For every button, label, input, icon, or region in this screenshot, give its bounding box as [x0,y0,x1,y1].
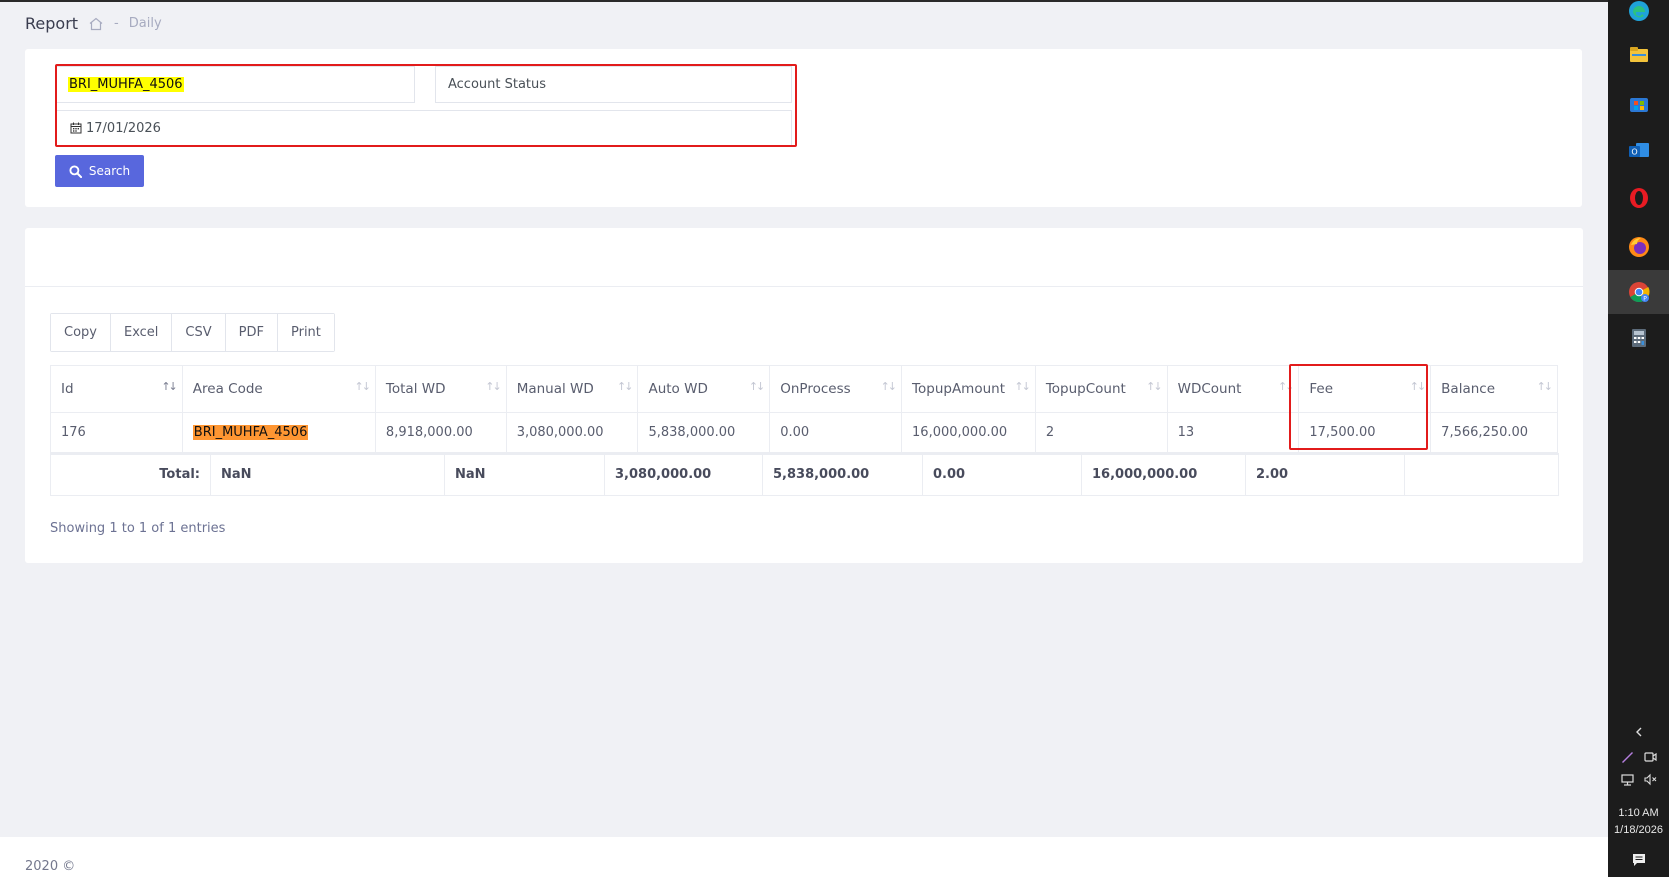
breadcrumb-separator: - [114,16,119,31]
column-header-total-wd[interactable]: Total WD ↑↓ [374,365,507,413]
cell-auto-wd: 5,838,000.00 [637,412,771,453]
totals-row: Total: NaN NaN 3,080,000.00 5,838,000.00… [50,453,1559,496]
totals-table: Total: NaN NaN 3,080,000.00 5,838,000.00… [50,453,1559,496]
cell-balance: 7,566,250.00 [1430,412,1558,453]
notification-icon [1632,854,1645,866]
sort-icon: ↑↓ [485,380,502,393]
column-header-manual-wd[interactable]: Manual WD ↑↓ [505,365,639,413]
windows-taskbar: O P 1:10 AM 1/18/2026 [1608,0,1669,877]
pdf-button[interactable]: PDF [225,314,278,351]
fee-highlight-box [1289,364,1428,450]
cell-id: 176 [50,412,183,453]
chevron-left-icon [1635,727,1641,737]
tray-row-1 [1608,749,1669,764]
firefox-icon[interactable] [1608,225,1669,269]
column-header-wdcount[interactable]: WDCount ↑↓ [1166,365,1300,413]
footer-copyright: 2020 © [25,859,76,874]
sort-icon: ↑↓ [161,380,178,393]
volume-muted-icon[interactable] [1643,772,1658,787]
column-header-balance[interactable]: Balance ↑↓ [1430,365,1558,413]
file-explorer-icon[interactable] [1608,33,1669,77]
search-button[interactable]: Search [55,155,144,187]
total-cell [1404,453,1559,496]
chrome-icon[interactable]: P [1608,270,1669,314]
cell-area-code: BRI_MUHFA_4506 [181,412,376,453]
column-header-auto-wd[interactable]: Auto WD ↑↓ [637,365,771,413]
edge-icon[interactable] [1608,0,1669,33]
total-cell: NaN [210,453,445,496]
total-cell: 0.00 [922,453,1082,496]
sort-icon: ↑↓ [1536,380,1554,393]
cell-topupamount: 16,000,000.00 [901,412,1036,453]
sort-icon: ↑↓ [748,380,766,393]
window-top-border [0,0,1608,2]
sort-icon: ↑↓ [354,380,371,393]
column-header-topupcount[interactable]: TopupCount ↑↓ [1034,365,1168,413]
card-header-divider [25,286,1583,287]
total-cell: 2.00 [1245,453,1405,496]
column-header-onprocess[interactable]: OnProcess ↑↓ [769,365,903,413]
column-header-topupamount[interactable]: TopupAmount ↑↓ [901,365,1036,413]
opera-icon[interactable] [1608,176,1669,220]
copy-button[interactable]: Copy [51,314,111,351]
taskbar-clock[interactable]: 1:10 AM 1/18/2026 [1608,805,1669,839]
sort-icon: ↑↓ [617,380,634,393]
csv-button[interactable]: CSV [172,314,226,351]
total-cell: 3,080,000.00 [604,453,763,496]
cell-topupcount: 2 [1034,412,1168,453]
total-cell: NaN [444,453,605,496]
print-button[interactable]: Print [277,314,334,351]
excel-button[interactable]: Excel [110,314,173,351]
totals-label: Total: [50,453,211,496]
sort-icon: ↑↓ [1146,380,1163,393]
home-icon[interactable] [88,16,104,32]
search-button-label: Search [88,164,131,178]
total-cell: 16,000,000.00 [1081,453,1246,496]
column-header-id[interactable]: Id ↑↓ [50,365,183,413]
cell-onprocess: 0.00 [769,412,903,453]
export-buttons: Copy Excel CSV PDF Print [50,313,335,352]
tray-row-2 [1608,772,1669,787]
page-title: Report [25,14,79,33]
sort-icon: ↑↓ [880,380,898,393]
network-icon[interactable] [1620,772,1635,787]
calculator-icon[interactable] [1608,316,1669,360]
cell-total-wd: 8,918,000.00 [374,412,507,453]
table-info: Showing 1 to 1 of 1 entries [50,521,226,536]
svg-text:O: O [1631,148,1637,157]
svg-text:P: P [1643,296,1647,303]
outlook-icon[interactable]: O [1608,128,1669,172]
breadcrumb: Report - Daily [25,14,162,33]
clock-date: 1/18/2026 [1614,824,1663,836]
tray-chevron[interactable] [1608,726,1669,738]
store-icon[interactable] [1608,81,1669,125]
pen-icon[interactable] [1620,749,1635,764]
notifications-button[interactable] [1608,852,1669,868]
meet-icon[interactable] [1643,749,1658,764]
column-header-area-code[interactable]: Area Code ↑↓ [181,365,376,413]
cell-wdcount: 13 [1166,412,1300,453]
search-icon [69,164,82,178]
total-cell: 5,838,000.00 [762,453,923,496]
cell-manual-wd: 3,080,000.00 [505,412,639,453]
breadcrumb-current[interactable]: Daily [129,16,162,31]
sort-icon: ↑↓ [1014,380,1031,393]
filter-highlight-box [55,64,797,147]
page-footer: 2020 © [0,837,1608,877]
clock-time: 1:10 AM [1618,807,1659,819]
